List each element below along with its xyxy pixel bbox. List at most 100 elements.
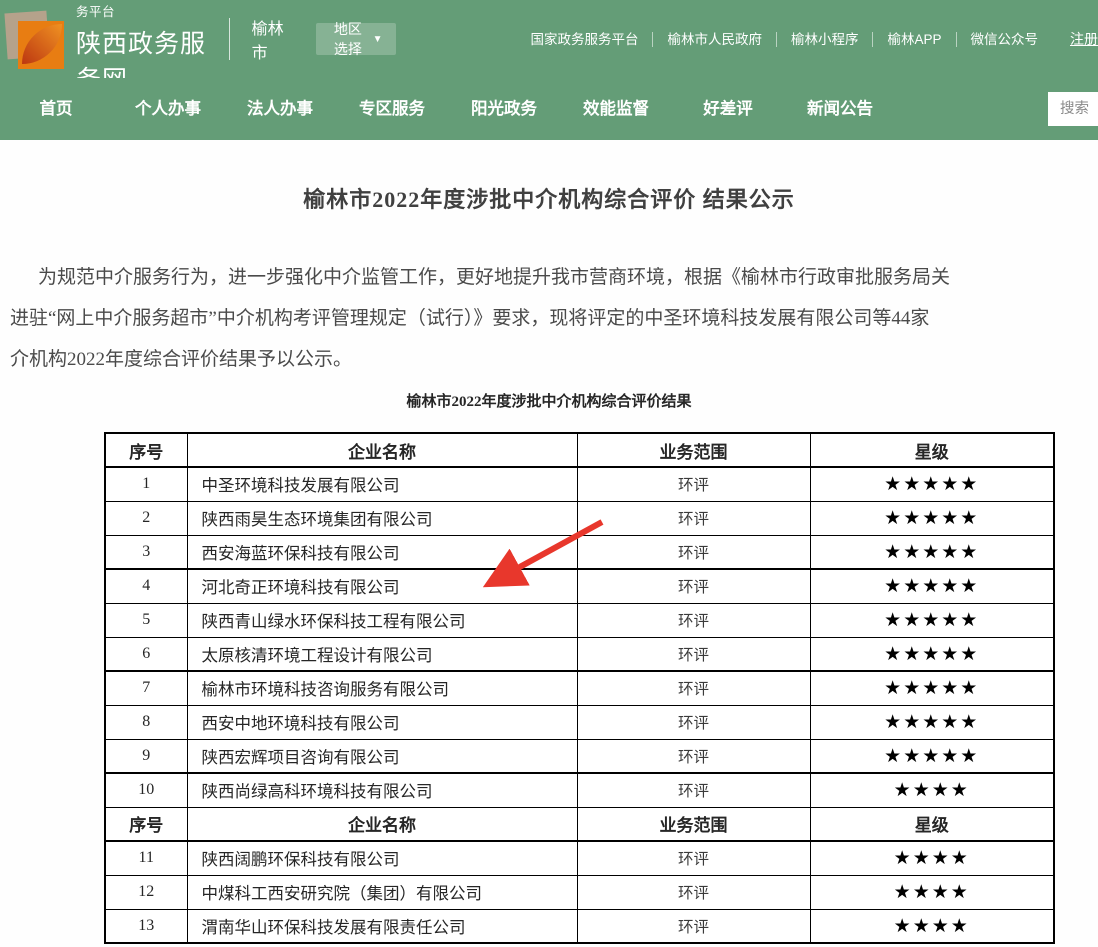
row-seq: 9 [105, 739, 187, 773]
table-row: 2陕西雨昊生态环境集团有限公司环评★★★★★ [105, 501, 1054, 535]
row-seq: 13 [105, 909, 187, 943]
nav-item-open-government[interactable]: 阳光政务 [448, 78, 560, 140]
company-name: 陕西尚绿高科环境科技有限公司 [187, 773, 577, 807]
results-table: 序号企业名称业务范围星级1中圣环境科技发展有限公司环评★★★★★2陕西雨昊生态环… [104, 432, 1055, 944]
row-seq: 5 [105, 603, 187, 637]
table-row: 13渭南华山环保科技发展有限责任公司环评★★★★ [105, 909, 1054, 943]
table-row: 3西安海蓝环保科技有限公司环评★★★★★ [105, 535, 1054, 569]
company-name: 渭南华山环保科技发展有限责任公司 [187, 909, 577, 943]
company-name: 陕西雨昊生态环境集团有限公司 [187, 501, 577, 535]
header-divider [229, 18, 230, 60]
table-row: 7榆林市环境科技咨询服务有限公司环评★★★★★ [105, 671, 1054, 705]
paragraph-line: 介机构2022年度综合评价结果予以公示。 [10, 339, 1098, 380]
column-header: 星级 [810, 433, 1054, 467]
company-name: 河北奇正环境科技有限公司 [187, 569, 577, 603]
column-header: 业务范围 [577, 433, 810, 467]
table-row: 9陕西宏辉项目咨询有限公司环评★★★★★ [105, 739, 1054, 773]
table-row: 4河北奇正环境科技有限公司环评★★★★★ [105, 569, 1054, 603]
announcement-paragraph: 为规范中介服务行为，进一步强化中介监管工作，更好地提升我市营商环境，根据《榆林市… [10, 257, 1098, 380]
search-input[interactable] [1048, 92, 1098, 126]
company-name: 中煤科工西安研究院（集团）有限公司 [187, 875, 577, 909]
register-link[interactable]: 注册 [1070, 29, 1098, 49]
chevron-down-icon: ▼ [373, 34, 383, 45]
column-header: 序号 [105, 807, 187, 841]
current-city-label: 榆林市 [252, 15, 287, 63]
row-seq: 3 [105, 535, 187, 569]
star-rating: ★★★★★ [810, 705, 1054, 739]
company-name: 榆林市环境科技咨询服务有限公司 [187, 671, 577, 705]
table-caption: 榆林市2022年度涉批中介机构综合评价结果 [0, 390, 1098, 411]
table-header-row: 序号企业名称业务范围星级 [105, 807, 1054, 841]
star-rating: ★★★★ [810, 909, 1054, 943]
link-wechat-account[interactable]: 微信公众号 [957, 32, 1053, 47]
star-rating: ★★★★★ [810, 603, 1054, 637]
company-name: 西安海蓝环保科技有限公司 [187, 535, 577, 569]
business-scope: 环评 [577, 909, 810, 943]
business-scope: 环评 [577, 705, 810, 739]
business-scope: 环评 [577, 467, 810, 501]
row-seq: 8 [105, 705, 187, 739]
star-rating: ★★★★ [810, 773, 1054, 807]
page: 全国一体化在线政务服务平台 陕西政务服务网 榆林市 地区选择 ▼ 国家政务服务平… [0, 0, 1098, 947]
table-row: 6太原核清环境工程设计有限公司环评★★★★★ [105, 637, 1054, 671]
row-seq: 6 [105, 637, 187, 671]
link-national-platform[interactable]: 国家政务服务平台 [516, 32, 653, 47]
table-row: 12中煤科工西安研究院（集团）有限公司环评★★★★ [105, 875, 1054, 909]
link-city-government[interactable]: 榆林市人民政府 [653, 32, 777, 47]
business-scope: 环评 [577, 501, 810, 535]
table-row: 1中圣环境科技发展有限公司环评★★★★★ [105, 467, 1054, 501]
row-seq: 7 [105, 671, 187, 705]
link-mini-program[interactable]: 榆林小程序 [777, 32, 874, 47]
top-links: 国家政务服务平台 榆林市人民政府 榆林小程序 榆林APP 微信公众号 [516, 32, 1052, 47]
star-rating: ★★★★ [810, 841, 1054, 875]
company-name: 中圣环境科技发展有限公司 [187, 467, 577, 501]
company-name: 陕西宏辉项目咨询有限公司 [187, 739, 577, 773]
star-rating: ★★★★★ [810, 569, 1054, 603]
business-scope: 环评 [577, 671, 810, 705]
nav-item-special-zone[interactable]: 专区服务 [336, 78, 448, 140]
company-name: 太原核清环境工程设计有限公司 [187, 637, 577, 671]
table-row: 10陕西尚绿高科环境科技有限公司环评★★★★ [105, 773, 1054, 807]
row-seq: 10 [105, 773, 187, 807]
nav-item-legal-person[interactable]: 法人办事 [224, 78, 336, 140]
nav-item-rating[interactable]: 好差评 [672, 78, 784, 140]
business-scope: 环评 [577, 773, 810, 807]
column-header: 企业名称 [187, 433, 577, 467]
company-name: 西安中地环境科技有限公司 [187, 705, 577, 739]
column-header: 企业名称 [187, 807, 577, 841]
paragraph-line: 进驻“网上中介服务超市”中介机构考评管理规定（试行）》要求，现将评定的中圣环境科… [10, 298, 1098, 339]
business-scope: 环评 [577, 569, 810, 603]
nav-item-efficiency[interactable]: 效能监督 [560, 78, 672, 140]
platform-label: 全国一体化在线政务服务平台 [76, 0, 207, 20]
region-select-button[interactable]: 地区选择 ▼ [316, 23, 396, 55]
star-rating: ★★★★★ [810, 671, 1054, 705]
column-header: 业务范围 [577, 807, 810, 841]
column-header: 星级 [810, 807, 1054, 841]
nav-item-news[interactable]: 新闻公告 [784, 78, 896, 140]
star-rating: ★★★★★ [810, 501, 1054, 535]
row-seq: 12 [105, 875, 187, 909]
company-name: 陕西青山绿水环保科技工程有限公司 [187, 603, 577, 637]
star-rating: ★★★★ [810, 875, 1054, 909]
table-header-row: 序号企业名称业务范围星级 [105, 433, 1054, 467]
row-seq: 1 [105, 467, 187, 501]
row-seq: 11 [105, 841, 187, 875]
table-row: 11陕西阔鹏环保科技有限公司环评★★★★ [105, 841, 1054, 875]
site-logo[interactable] [6, 9, 64, 71]
nav-item-personal[interactable]: 个人办事 [112, 78, 224, 140]
region-select-label: 地区选择 [330, 19, 366, 59]
paragraph-line: 为规范中介服务行为，进一步强化中介监管工作，更好地提升我市营商环境，根据《榆林市… [10, 257, 1098, 298]
company-name: 陕西阔鹏环保科技有限公司 [187, 841, 577, 875]
column-header: 序号 [105, 433, 187, 467]
table-row: 8西安中地环境科技有限公司环评★★★★★ [105, 705, 1054, 739]
row-seq: 2 [105, 501, 187, 535]
results-table-body: 序号企业名称业务范围星级1中圣环境科技发展有限公司环评★★★★★2陕西雨昊生态环… [105, 433, 1054, 943]
top-header-bar: 全国一体化在线政务服务平台 陕西政务服务网 榆林市 地区选择 ▼ 国家政务服务平… [0, 0, 1098, 78]
nav-item-home[interactable]: 首页 [0, 78, 112, 140]
star-rating: ★★★★★ [810, 467, 1054, 501]
link-city-app[interactable]: 榆林APP [873, 32, 956, 47]
page-title: 榆林市2022年度涉批中介机构综合评价 结果公示 [0, 182, 1098, 214]
article-content: 榆林市2022年度涉批中介机构综合评价 结果公示 为规范中介服务行为，进一步强化… [0, 140, 1098, 947]
star-rating: ★★★★★ [810, 535, 1054, 569]
business-scope: 环评 [577, 535, 810, 569]
